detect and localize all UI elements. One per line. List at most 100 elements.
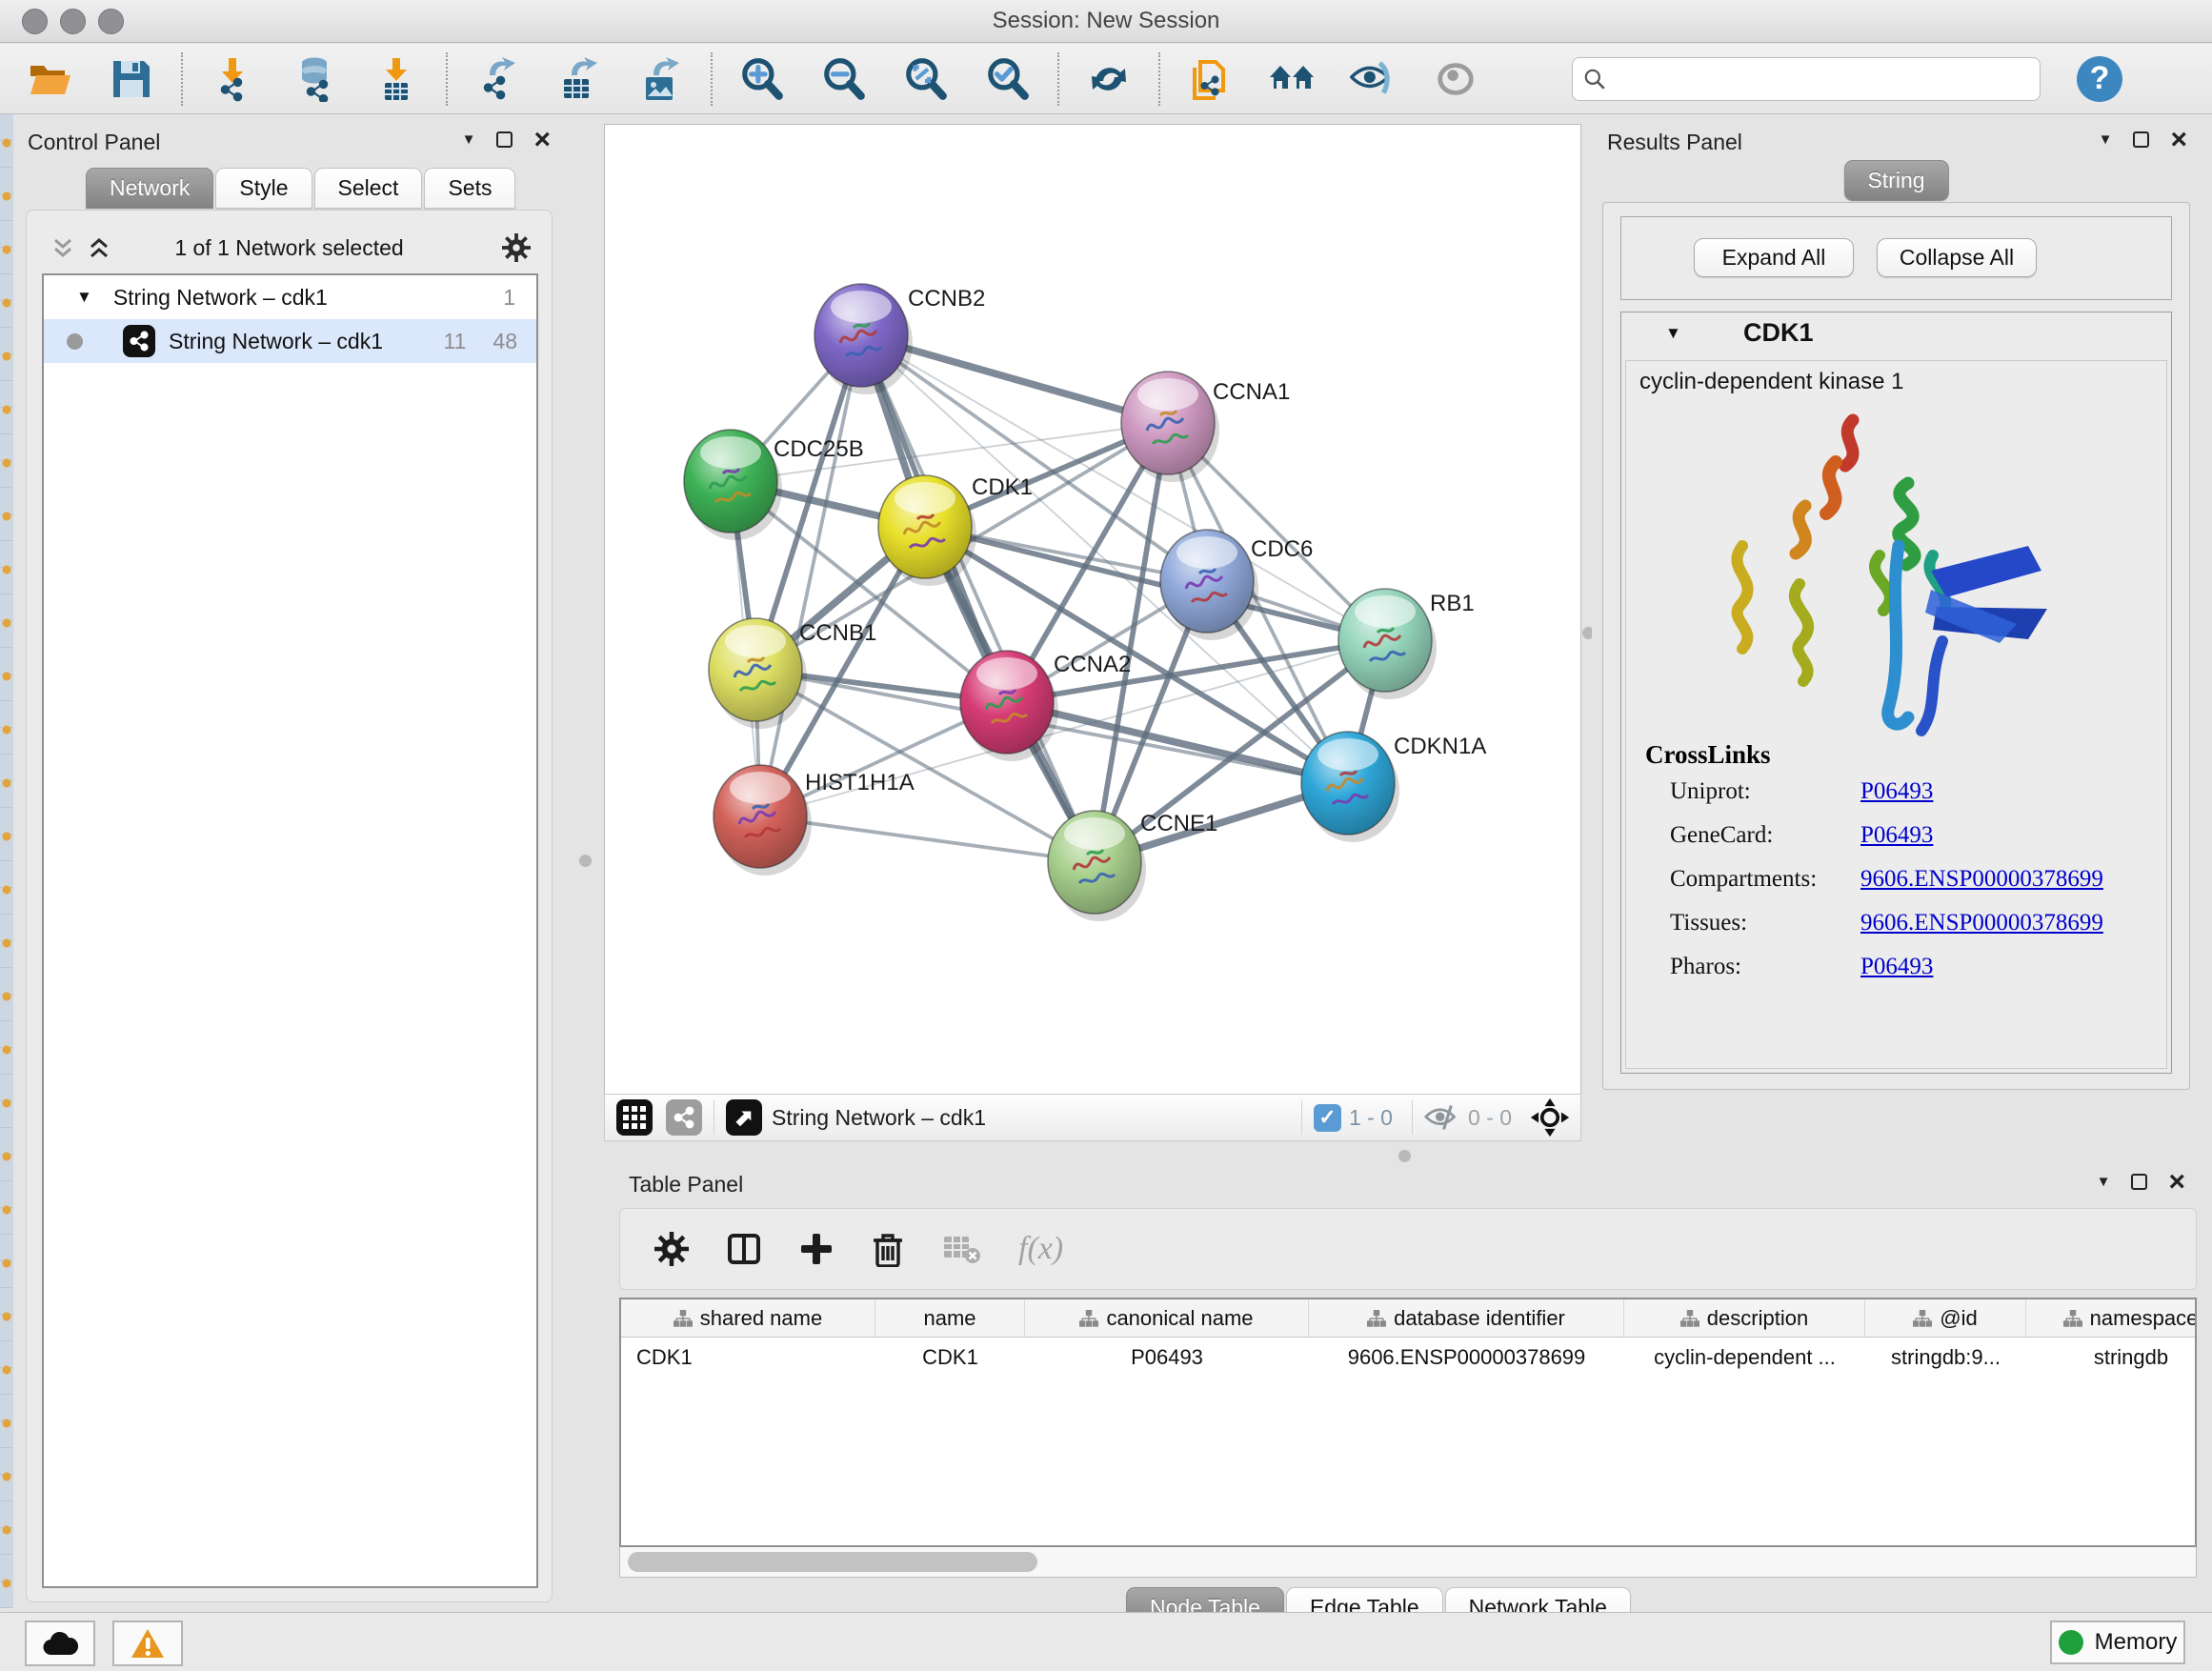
first-neighbors-icon[interactable] [1268, 55, 1316, 103]
horizontal-splitter-handle[interactable] [1398, 1150, 1411, 1162]
table-panel: Table Panel ▼ × f(x) shared namenamecano… [604, 1164, 2201, 1608]
panel-close-icon[interactable]: × [2168, 1174, 2185, 1190]
network-options-gear-icon[interactable] [502, 233, 531, 262]
import-table-file-icon[interactable] [372, 55, 420, 103]
export-table-icon[interactable] [555, 55, 603, 103]
table-cell[interactable]: stringdb:9... [1865, 1338, 2026, 1378]
show-all-icon[interactable] [1432, 55, 1479, 103]
grid-view-icon[interactable] [616, 1099, 653, 1136]
tab-string[interactable]: String [1843, 160, 1948, 201]
delete-column-trash-icon[interactable] [872, 1231, 904, 1267]
collapse-all-button[interactable]: Collapse All [1877, 238, 2037, 277]
table-horizontal-scrollbar[interactable] [619, 1547, 2197, 1578]
import-network-file-icon[interactable] [209, 55, 256, 103]
panel-float-icon[interactable] [496, 131, 513, 148]
expand-all-button[interactable]: Expand All [1694, 238, 1854, 277]
table-cell[interactable]: P06493 [1025, 1338, 1309, 1378]
network-row[interactable]: String Network – cdk1 11 48 [44, 319, 536, 363]
tree-expander-icon[interactable]: ▼ [76, 288, 92, 307]
search-input[interactable] [1607, 61, 2030, 97]
table-cell[interactable]: CDK1 [875, 1338, 1025, 1378]
panel-menu-icon[interactable]: ▼ [2097, 1174, 2111, 1190]
zoom-out-icon[interactable] [820, 55, 868, 103]
column-header[interactable]: namespace [2026, 1299, 2197, 1337]
network-node[interactable] [684, 430, 782, 540]
save-session-icon[interactable] [108, 55, 155, 103]
network-node[interactable] [878, 475, 976, 586]
network-node[interactable] [1048, 811, 1146, 921]
table-toolbar: f(x) [619, 1208, 2197, 1290]
column-header[interactable]: @id [1865, 1299, 2026, 1337]
column-header[interactable]: database identifier [1309, 1299, 1624, 1337]
network-graph[interactable]: CCNB2CCNA1CDC25BCDK1CDC6RB1CCNB1CCNA2CDK… [605, 125, 1582, 1095]
table-cell[interactable]: cyclin-dependent ... [1624, 1338, 1865, 1378]
memory-button[interactable]: Memory [2050, 1621, 2185, 1664]
tab-network[interactable]: Network [86, 168, 213, 209]
scrollbar-thumb[interactable] [628, 1552, 1037, 1572]
crosslink-link[interactable]: P06493 [1860, 954, 1933, 979]
network-share-icon[interactable] [666, 1099, 702, 1136]
network-node[interactable] [960, 651, 1058, 761]
crosslink-link[interactable]: 9606.ENSP00000378699 [1860, 866, 2103, 892]
table-cell[interactable]: 9606.ENSP00000378699 [1309, 1338, 1624, 1378]
network-canvas[interactable]: CCNB2CCNA1CDC25BCDK1CDC6RB1CCNB1CCNA2CDK… [604, 124, 1581, 1094]
column-header[interactable]: shared name [621, 1299, 875, 1337]
hidden-counts: 0 - 0 [1468, 1105, 1512, 1131]
export-image-icon[interactable] [637, 55, 685, 103]
apply-layout-icon[interactable] [1085, 55, 1133, 103]
fit-selected-crosshair-icon[interactable] [1529, 1097, 1571, 1138]
crosslink-link[interactable]: P06493 [1860, 778, 1933, 804]
create-column-plus-icon[interactable] [799, 1232, 834, 1266]
vertical-splitter-handle[interactable] [579, 855, 592, 867]
hidden-items-eye-slash-icon[interactable] [1424, 1104, 1460, 1131]
show-columns-icon[interactable] [727, 1232, 761, 1266]
crosslink-link[interactable]: P06493 [1860, 822, 1933, 848]
table-options-gear-icon[interactable] [654, 1232, 689, 1266]
help-icon[interactable]: ? [2077, 56, 2122, 102]
table-cell[interactable]: CDK1 [621, 1338, 875, 1378]
export-network-icon[interactable] [473, 55, 521, 103]
node-label: CCNA1 [1213, 379, 1290, 405]
zoom-in-icon[interactable] [738, 55, 786, 103]
birdseye-view-icon[interactable]: ⬈ [726, 1099, 762, 1136]
network-node[interactable] [1301, 732, 1399, 842]
cloud-status-button[interactable] [25, 1621, 95, 1666]
tab-select[interactable]: Select [314, 168, 423, 209]
protein-structure-image [1693, 403, 2074, 746]
panel-menu-icon[interactable]: ▼ [462, 131, 476, 148]
control-panel-title: Control Panel [28, 130, 160, 155]
column-tree-icon [674, 1310, 693, 1327]
tab-sets[interactable]: Sets [424, 168, 515, 209]
tab-style[interactable]: Style [215, 168, 312, 209]
panel-float-icon[interactable] [2133, 131, 2149, 148]
warning-status-button[interactable] [112, 1621, 183, 1666]
column-header[interactable]: canonical name [1025, 1299, 1309, 1337]
import-network-database-icon[interactable] [291, 55, 338, 103]
zoom-fit-icon[interactable] [902, 55, 950, 103]
column-header[interactable]: description [1624, 1299, 1865, 1337]
table-cell[interactable]: stringdb [2026, 1338, 2197, 1378]
function-builder-icon[interactable]: f(x) [1018, 1231, 1063, 1267]
panel-close-icon[interactable]: × [533, 131, 551, 148]
crosslink-link[interactable]: 9606.ENSP00000378699 [1860, 910, 2103, 936]
zoom-selected-icon[interactable] [984, 55, 1032, 103]
panel-menu-icon[interactable]: ▼ [2099, 131, 2113, 148]
column-header[interactable]: name [875, 1299, 1025, 1337]
hide-selected-icon[interactable] [1350, 55, 1398, 103]
network-node[interactable] [714, 765, 812, 876]
panel-close-icon[interactable]: × [2170, 131, 2187, 148]
network-node[interactable] [1121, 372, 1219, 482]
network-node[interactable] [1338, 589, 1437, 699]
network-edge[interactable] [760, 335, 861, 816]
panel-float-icon[interactable] [2131, 1174, 2147, 1190]
table-row[interactable]: CDK1CDK1P064939606.ENSP00000378699cyclin… [621, 1338, 2195, 1378]
column-tree-icon [1367, 1310, 1386, 1327]
node-label: CDC6 [1251, 536, 1313, 562]
network-node[interactable] [814, 284, 913, 394]
delete-table-icon[interactable] [942, 1233, 980, 1265]
new-network-from-selection-icon[interactable] [1186, 55, 1234, 103]
selected-items-checkbox-icon[interactable]: ✓ [1314, 1104, 1341, 1132]
network-collection-row[interactable]: ▼ String Network – cdk1 1 [44, 275, 536, 319]
gene-expander-icon[interactable]: ▼ [1665, 324, 1681, 343]
open-session-icon[interactable] [26, 55, 73, 103]
